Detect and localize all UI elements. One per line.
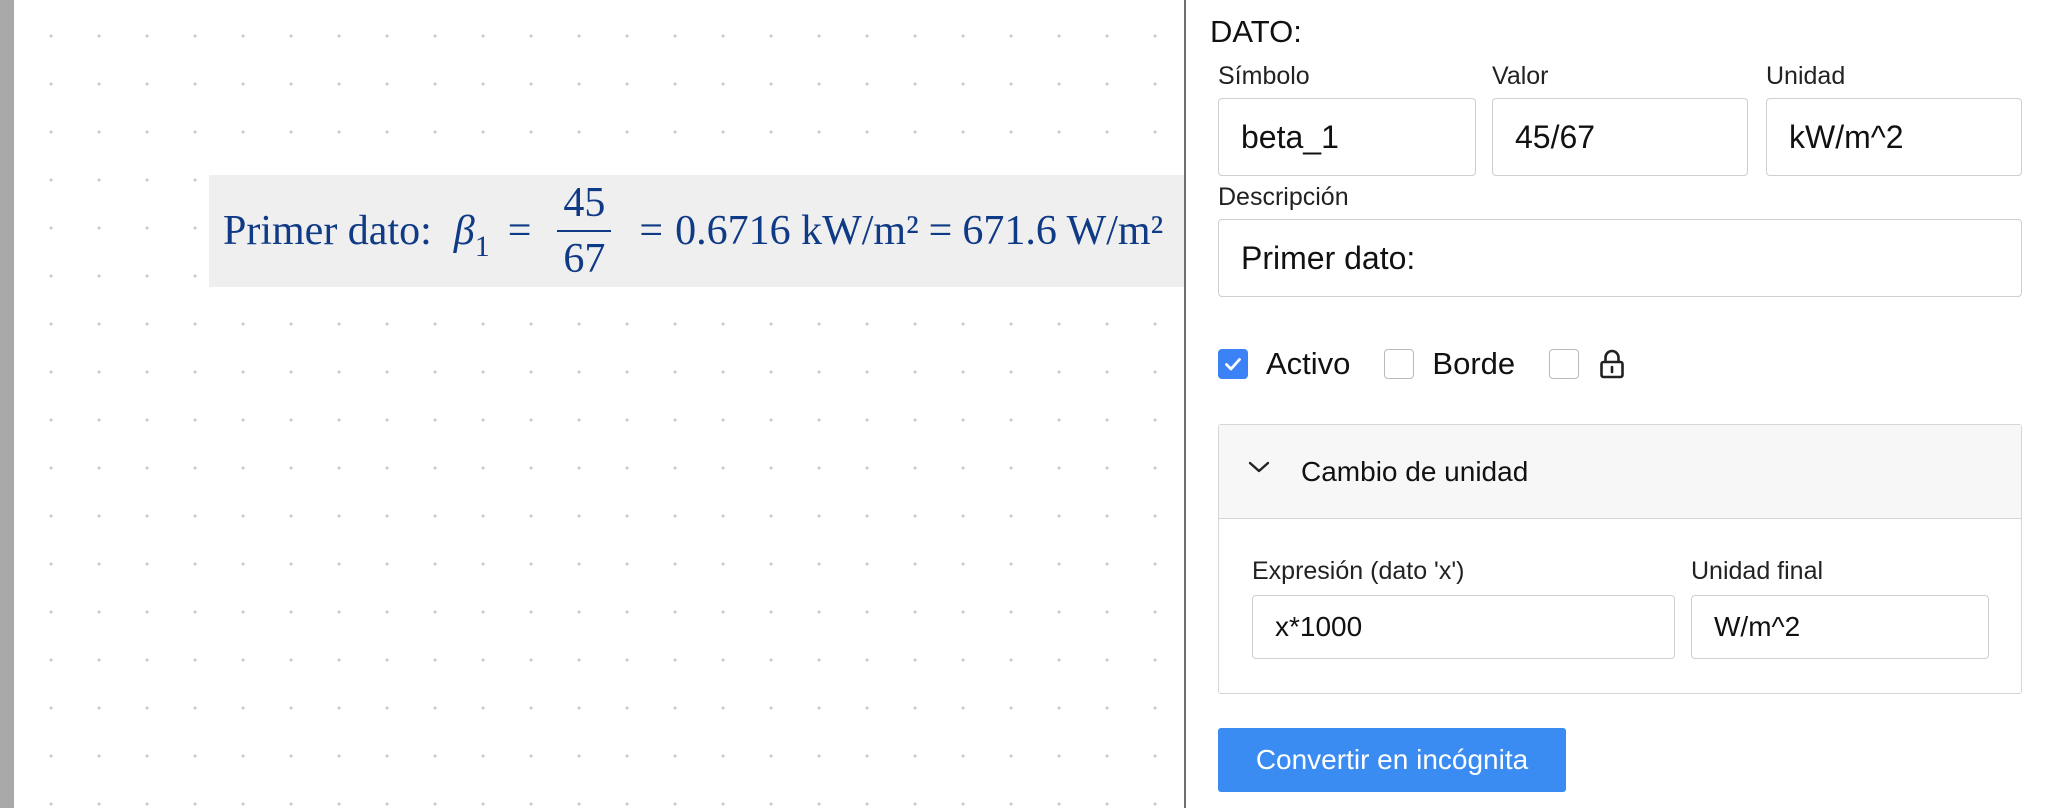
checkmark-icon xyxy=(1225,358,1241,371)
properties-panel: DATO: Símbolo Valor Unidad Descripción A… xyxy=(1186,0,2048,808)
description-input[interactable] xyxy=(1218,219,2022,297)
border-checkbox[interactable] xyxy=(1384,349,1415,379)
chevron-down-icon xyxy=(1247,459,1271,480)
formula-symbol: β1 xyxy=(453,208,490,263)
formula-description: Primer dato: xyxy=(223,208,432,254)
active-label: Activo xyxy=(1266,346,1351,381)
fraction-denominator: 67 xyxy=(563,236,606,282)
final-unit-input[interactable] xyxy=(1691,595,1989,659)
unit-label: Unidad xyxy=(1766,62,1846,90)
value-input[interactable] xyxy=(1492,98,1748,176)
symbol-input[interactable] xyxy=(1218,98,1476,176)
accordion-header[interactable]: Cambio de unidad xyxy=(1219,425,2021,519)
accordion-title: Cambio de unidad xyxy=(1301,456,1529,487)
convert-to-unknown-button[interactable]: Convertir en incógnita xyxy=(1218,728,1566,792)
expression-input[interactable] xyxy=(1252,595,1675,659)
formula-equals-3: = xyxy=(928,208,953,254)
panel-title: DATO: xyxy=(1210,14,1302,49)
formula-fraction: 45 67 xyxy=(557,182,612,282)
formula-equals: = xyxy=(507,208,532,254)
app-window: Primer dato: β1 = 45 67 = 0.6716 kW/m² =… xyxy=(0,0,2048,808)
formula-decimal-value: 0.6716 kW/m² xyxy=(675,208,919,254)
value-label: Valor xyxy=(1492,62,1549,90)
formula-converted-value: 671.6 W/m² xyxy=(962,208,1164,254)
formula-block[interactable]: Primer dato: β1 = 45 67 = 0.6716 kW/m² =… xyxy=(209,175,1184,287)
border-label: Borde xyxy=(1432,346,1516,381)
options-row: Activo Borde xyxy=(1218,344,1627,384)
left-scrollbar[interactable] xyxy=(0,0,14,808)
symbol-label: Símbolo xyxy=(1218,62,1310,90)
unit-change-accordion: Cambio de unidad Expresión (dato 'x') Un… xyxy=(1218,424,2022,694)
expression-label: Expresión (dato 'x') xyxy=(1252,557,1465,585)
formula-equals-2: = xyxy=(639,208,664,254)
lock-icon xyxy=(1597,348,1627,380)
formula-subscript: 1 xyxy=(474,230,490,263)
worksheet-canvas[interactable]: Primer dato: β1 = 45 67 = 0.6716 kW/m² =… xyxy=(14,0,1184,808)
lock-checkbox[interactable] xyxy=(1549,349,1580,379)
fraction-numerator: 45 xyxy=(557,182,612,232)
unit-input[interactable] xyxy=(1766,98,2022,176)
description-label: Descripción xyxy=(1218,183,1349,211)
final-unit-label: Unidad final xyxy=(1691,557,1824,585)
active-checkbox[interactable] xyxy=(1218,349,1248,379)
